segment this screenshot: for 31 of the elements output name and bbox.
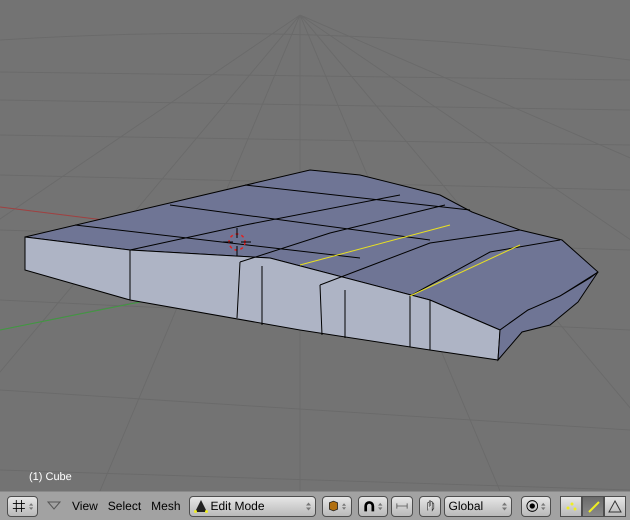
collapse-triangle-icon[interactable] xyxy=(47,501,61,511)
menu-item[interactable]: Mesh xyxy=(146,497,186,515)
pivot-icon xyxy=(526,499,538,513)
cube-icon xyxy=(326,498,340,514)
snap-icon xyxy=(396,501,408,511)
snap-toggle[interactable] xyxy=(390,496,412,516)
mode-dropdown[interactable]: Edit Mode xyxy=(188,496,316,516)
spinner-arrows-icon xyxy=(378,502,382,510)
magnet-icon xyxy=(362,499,376,513)
3d-cursor-icon xyxy=(222,228,252,256)
spinner-arrows-icon xyxy=(28,502,33,510)
spinner-arrows-icon xyxy=(541,502,546,510)
spinner-arrows-icon xyxy=(342,502,346,510)
face-mode-icon xyxy=(608,499,622,513)
spinner-arrows-icon xyxy=(306,502,310,510)
orientation-dropdown[interactable]: Global xyxy=(444,496,512,516)
shading-dropdown[interactable] xyxy=(322,496,352,516)
vertex-select-button[interactable] xyxy=(560,496,582,516)
edge-select-button[interactable] xyxy=(582,496,604,516)
triangle-mesh-icon xyxy=(194,499,208,513)
edge-mode-icon xyxy=(586,499,600,513)
proportional-editing-dropdown[interactable] xyxy=(358,496,388,516)
editor-type-button[interactable] xyxy=(7,496,38,516)
manipulator-toggle[interactable] xyxy=(418,496,440,516)
spinner-arrows-icon xyxy=(502,502,506,510)
grid-icon xyxy=(12,498,26,514)
menu-item[interactable]: Select xyxy=(102,497,146,515)
object-label: (1) Cube xyxy=(29,471,72,484)
face-select-button[interactable] xyxy=(604,496,626,516)
pivot-dropdown[interactable] xyxy=(520,496,550,516)
menu-item[interactable]: View xyxy=(67,497,103,515)
